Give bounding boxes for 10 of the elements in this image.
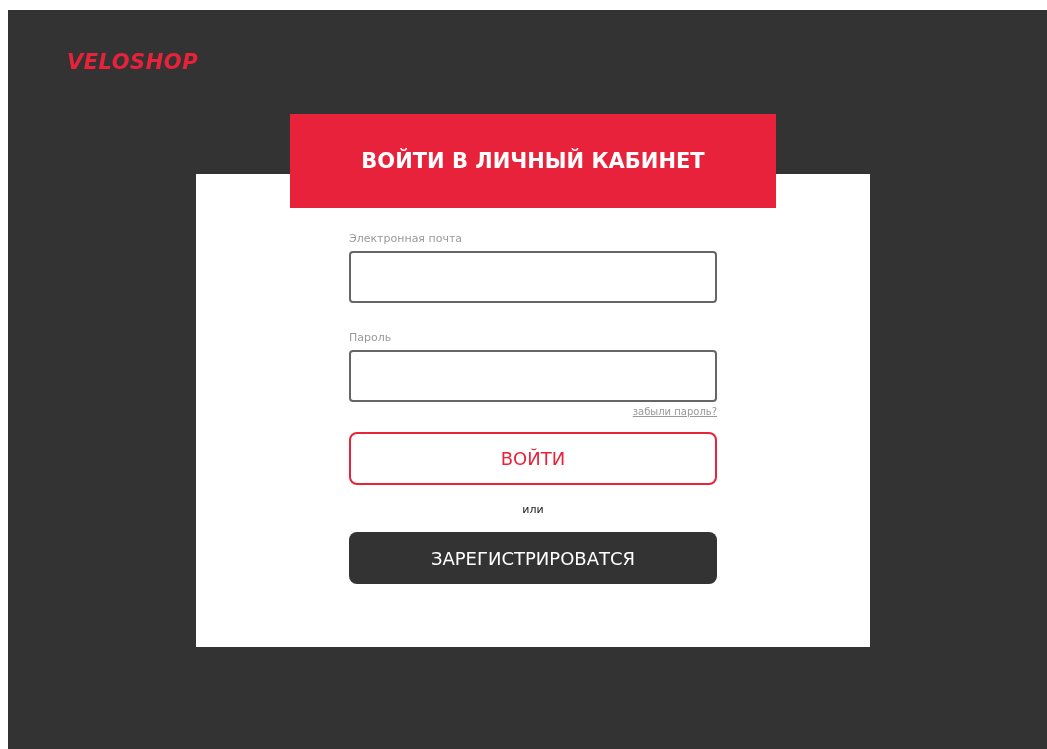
logo[interactable]: VELOSHOP — [67, 50, 199, 74]
field-label: Пароль — [349, 331, 392, 344]
register-button[interactable]: ЗАРЕГИСТРИРОВАТСЯ — [349, 532, 717, 584]
field-label: Электронная почта — [349, 232, 463, 245]
form-title: ВОЙТИ В ЛИЧНЫЙ КАБИНЕТ — [290, 114, 776, 208]
input-field[interactable] — [349, 350, 717, 402]
separator-text: или — [522, 503, 544, 516]
forgot-password-link[interactable]: забыли пароль? — [632, 406, 717, 417]
input-field[interactable] — [349, 251, 717, 303]
login-button[interactable]: ВОЙТИ — [349, 432, 717, 485]
